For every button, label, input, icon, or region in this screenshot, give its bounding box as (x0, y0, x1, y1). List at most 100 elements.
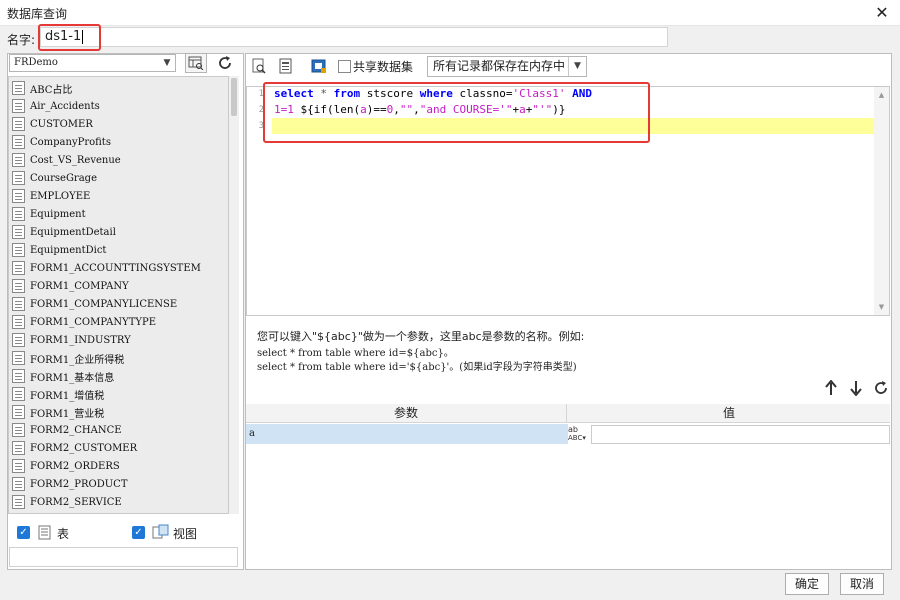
code-line-1: select * from stscore where classno='Cla… (274, 86, 592, 102)
code-token: , (393, 103, 400, 116)
arrow-down-icon[interactable] (847, 380, 865, 398)
table-list-item[interactable]: FORM1_COMPANY (12, 277, 129, 295)
table-icon (12, 207, 25, 221)
parameter-name-cell[interactable]: a (246, 424, 568, 444)
table-list-item[interactable]: CUSTOMER (12, 115, 93, 133)
save-mode-value: 所有记录都保存在内存中 (433, 59, 566, 73)
code-token: a (360, 103, 367, 116)
close-icon[interactable]: ✕ (872, 3, 892, 23)
table-list-item[interactable]: FORM1_COMPANYTYPE (12, 313, 156, 331)
line-number: 3 (258, 121, 264, 131)
table-list-item-label: FORM1_COMPANY (30, 280, 129, 292)
table-icon (12, 153, 25, 167)
current-line-highlight (272, 118, 874, 134)
save-mode-select[interactable]: 所有记录都保存在内存中 ▼ (427, 56, 587, 77)
table-list-item-label: CourseGrage (30, 172, 97, 184)
table-list-item-label: FORM1_COMPANYLICENSE (30, 298, 178, 310)
hint-line-1: 您可以键入"${abc}"做为一个参数，这里abc是参数的名称。例如: (257, 330, 585, 343)
code-token: "and COURSE='" (419, 103, 513, 116)
table-list-item-label: FORM1_基本信息 (30, 372, 115, 384)
code-token: classno= (452, 87, 513, 100)
ok-button[interactable]: 确定 (785, 573, 829, 595)
table-list-item-label: FORM2_CUSTOMER (30, 442, 138, 454)
arrow-up-icon[interactable] (822, 379, 840, 398)
parameter-table-header: 参数 值 (246, 404, 890, 423)
name-input[interactable]: ds1-1 (40, 27, 668, 47)
table-icon (12, 189, 25, 203)
table-type-icon (38, 525, 52, 543)
table-checkbox[interactable]: ✓ (17, 526, 30, 539)
type-selector-icon[interactable]: ab ABC▾ (568, 424, 590, 444)
table-list-item[interactable]: Cost_VS_Revenue (12, 151, 121, 169)
table-icon (12, 99, 25, 113)
scroll-up-icon[interactable]: ▲ (877, 91, 886, 100)
table-list-item[interactable]: FORM2_CUSTOMER (12, 439, 137, 457)
preview-icon[interactable] (251, 58, 267, 77)
view-checkbox[interactable]: ✓ (132, 526, 145, 539)
table-list-item[interactable]: FORM1_COMPANYLICENSE (12, 295, 177, 313)
database-select-value: FRDemo (14, 57, 58, 68)
type-selector-label: ABC (568, 434, 583, 442)
table-checkbox-label: 表 (57, 527, 70, 541)
table-list-item[interactable]: CourseGrage (12, 169, 97, 187)
table-icon (12, 441, 25, 455)
table-icon (12, 261, 25, 275)
table-list-item-label: CUSTOMER (30, 118, 93, 130)
name-label: 名字: (7, 33, 36, 47)
line-gutter: 1 2 3 (247, 87, 271, 315)
chevron-down-icon: ▼ (568, 57, 586, 76)
table-list-item-label: FORM1_INDUSTRY (30, 334, 131, 346)
table-icon (12, 315, 25, 329)
table-list-item[interactable]: FORM1_ACCOUNTTINGSYSTEM (12, 259, 201, 277)
table-list-item-label: FORM2_SERVICE (30, 496, 122, 508)
table-list-item-label: FORM1_增值税 (30, 390, 105, 402)
refresh-button[interactable] (214, 53, 236, 73)
tree-scrollbar[interactable] (229, 76, 239, 514)
cancel-button[interactable]: 取消 (840, 573, 884, 595)
table-list-item[interactable]: FORM2_CHANCE (12, 421, 122, 439)
editor-scrollbar[interactable]: ▲ ▼ (874, 87, 889, 315)
shared-dataset-checkbox[interactable] (338, 60, 351, 73)
table-list-item-label: Air_Accidents (30, 100, 100, 112)
parameter-value-input[interactable] (591, 425, 890, 444)
table-list-item[interactable]: FORM1_基本信息 (12, 367, 114, 385)
refresh-icon (219, 56, 231, 69)
table-list-item-label: FORM1_企业所得税 (30, 354, 125, 366)
table-icon (12, 333, 25, 347)
table-filter-input[interactable] (9, 547, 238, 567)
code-token: ( (327, 103, 334, 116)
shared-dataset-label: 共享数据集 (353, 60, 414, 74)
table-list-item[interactable]: EquipmentDetail (12, 223, 116, 241)
refresh-params-icon[interactable] (872, 380, 890, 398)
table-list-item[interactable]: FORM1_INDUSTRY (12, 331, 131, 349)
table-list-item[interactable]: Equipment (12, 205, 86, 223)
table-list-item[interactable]: FORM1_增值税 (12, 385, 104, 403)
table-list-item[interactable]: FORM2_SERVICE (12, 493, 122, 511)
hint-line-3: select * from table where id='${abc}'。(如… (257, 362, 577, 373)
table-list-item[interactable]: EMPLOYEE (12, 187, 90, 205)
code-token: )== (366, 103, 387, 116)
window-title: 数据库查询 (7, 7, 68, 21)
table-list-item[interactable]: Air_Accidents (12, 97, 100, 115)
line-number: 1 (258, 89, 264, 99)
table-icon (12, 243, 25, 257)
sql-icon[interactable] (278, 58, 294, 77)
code-token: from (333, 87, 361, 100)
table-list-item[interactable]: FORM2_ORDERS (12, 457, 120, 475)
column-header-value: 值 (722, 406, 735, 420)
view-checkbox-label: 视图 (173, 527, 198, 541)
table-list-item[interactable]: FORM1_营业税 (12, 403, 104, 421)
table-tree: ABC占比 Air_Accidents CUSTOMER CompanyProfits… (8, 76, 229, 514)
name-input-value: ds1-1 (45, 29, 82, 44)
preview-table-button[interactable] (185, 53, 207, 73)
database-select[interactable]: FRDemo ▼ (9, 54, 176, 72)
scroll-down-icon[interactable]: ▼ (877, 303, 886, 312)
table-list-item[interactable]: ABC占比 (12, 79, 72, 97)
table-list-item[interactable]: CompanyProfits (12, 133, 111, 151)
table-list-item-label: EquipmentDict (30, 244, 107, 256)
table-list-item[interactable]: FORM2_PRODUCT (12, 475, 128, 493)
parameter-icon[interactable] (311, 58, 327, 77)
table-list-item[interactable]: EquipmentDict (12, 241, 106, 259)
table-list-item[interactable]: FORM1_企业所得税 (12, 349, 124, 367)
tree-scrollbar-thumb[interactable] (231, 78, 237, 116)
